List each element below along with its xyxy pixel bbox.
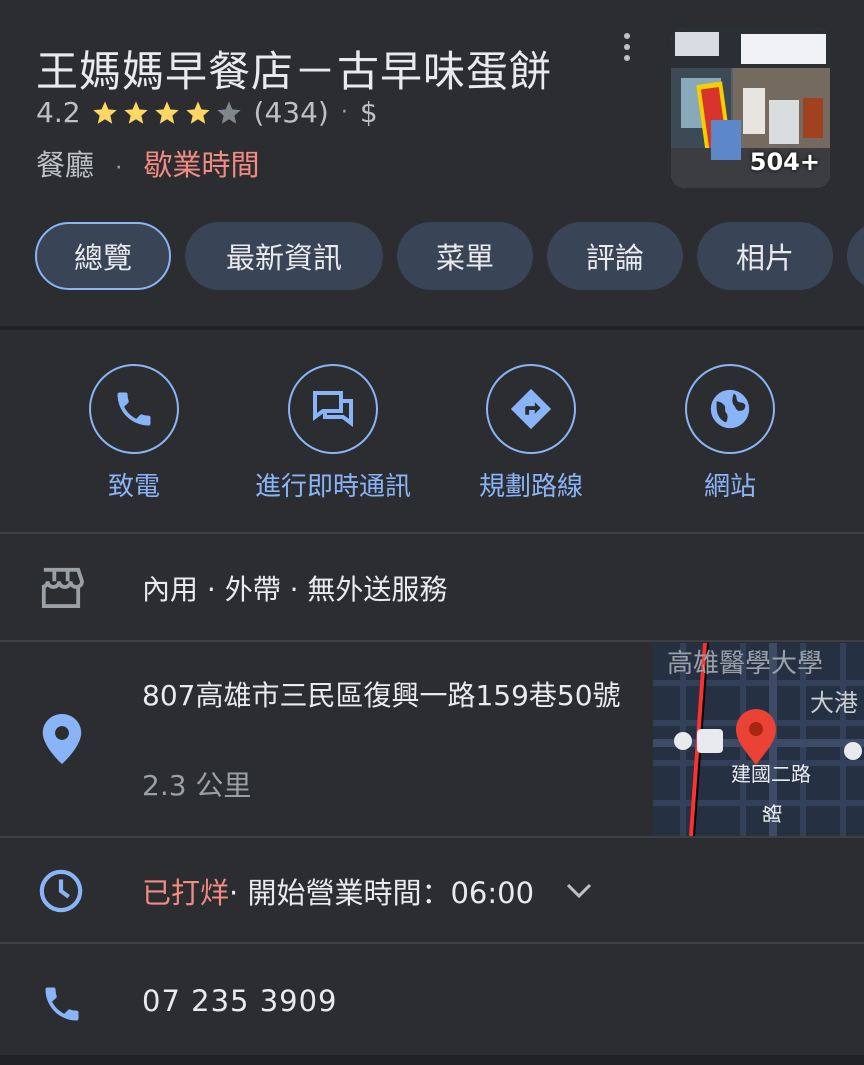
star-icon — [92, 100, 117, 124]
directions-label: 規劃路線 — [478, 472, 583, 502]
map-label-university: 高雄醫學大學 — [667, 649, 824, 679]
map-label-road-2: 路 — [760, 803, 785, 824]
hours-detail: · 開始營業時間：06:00 — [229, 876, 535, 910]
map-label-district: 大港 — [810, 689, 858, 717]
address-text[interactable]: 807高雄市三民區復興一路159巷50號 — [142, 674, 632, 718]
star-icon — [185, 100, 210, 124]
chevron-down-icon[interactable] — [564, 881, 594, 901]
chat-icon — [288, 364, 378, 454]
star-empty-icon — [216, 100, 241, 124]
directions-action-button[interactable]: 規劃路線 — [431, 364, 631, 503]
tab-overview[interactable]: 總覽 — [35, 222, 171, 290]
section-divider — [0, 1055, 864, 1065]
tab-menu[interactable]: 菜單 — [397, 222, 533, 290]
quick-actions: 致電 進行即時通訊 規劃路線 網站 — [0, 364, 864, 504]
section-divider — [0, 326, 864, 330]
price-separator: · — [340, 100, 348, 125]
more-options-icon[interactable] — [612, 28, 642, 68]
photo-count: 504+ — [749, 148, 820, 176]
rating-value: 4.2 — [36, 96, 81, 129]
hours-link[interactable]: 歇業時間 — [143, 148, 259, 182]
tab-reviews[interactable]: 評論 — [547, 222, 683, 290]
category-label: 餐廳 — [36, 148, 95, 182]
call-action-button[interactable]: 致電 — [34, 364, 234, 503]
section-divider — [0, 640, 864, 642]
website-label: 網站 — [703, 472, 756, 502]
place-header: 王媽媽早餐店－古早味蛋餅 4.2 (434) · $ 餐廳 · 歇業時間 504… — [0, 0, 864, 210]
service-options: 內用 · 外帶 · 無外送服務 — [142, 573, 448, 606]
tab-more[interactable] — [847, 222, 864, 290]
tab-bar: 總覽 最新資訊 菜單 評論 相片 — [35, 222, 864, 292]
clock-icon — [39, 869, 83, 913]
phone-icon — [45, 987, 79, 1021]
place-title: 王媽媽早餐店－古早味蛋餅 — [36, 47, 553, 96]
star-icon — [123, 100, 148, 124]
section-divider — [0, 532, 864, 534]
review-count: (434) — [253, 96, 329, 129]
phone-icon — [89, 364, 179, 454]
hours-row[interactable]: 已打烊 · 開始營業時間：06:00 — [142, 870, 594, 912]
star-icon — [154, 100, 179, 124]
section-divider — [0, 942, 864, 944]
category-separator: · — [115, 156, 123, 181]
section-divider — [0, 836, 864, 838]
chat-label: 進行即時通訊 — [254, 472, 411, 502]
map-label-road: 建國二路 — [731, 762, 811, 786]
distance-text: 2.3 公里 — [142, 769, 252, 802]
map-preview[interactable]: 高雄醫學大學 大港 建國二路 路 — [653, 643, 864, 836]
location-pin-icon — [42, 714, 82, 764]
directions-icon — [486, 364, 576, 454]
price-level: $ — [359, 96, 378, 129]
tab-updates[interactable]: 最新資訊 — [185, 222, 383, 290]
website-action-button[interactable]: 網站 — [630, 364, 830, 503]
chat-action-button[interactable]: 進行即時通訊 — [233, 364, 433, 503]
tab-photos[interactable]: 相片 — [697, 222, 833, 290]
category-row: 餐廳 · 歇業時間 — [36, 142, 259, 184]
storefront-icon — [41, 567, 84, 608]
photo-thumbnail[interactable]: 504+ — [671, 28, 830, 188]
rating-row[interactable]: 4.2 (434) · $ — [36, 96, 378, 129]
globe-icon — [685, 364, 775, 454]
phone-number[interactable]: 07 235 3909 — [142, 984, 338, 1018]
hours-status: 已打烊 — [142, 876, 230, 910]
call-label: 致電 — [107, 472, 160, 502]
star-rating — [91, 99, 246, 127]
